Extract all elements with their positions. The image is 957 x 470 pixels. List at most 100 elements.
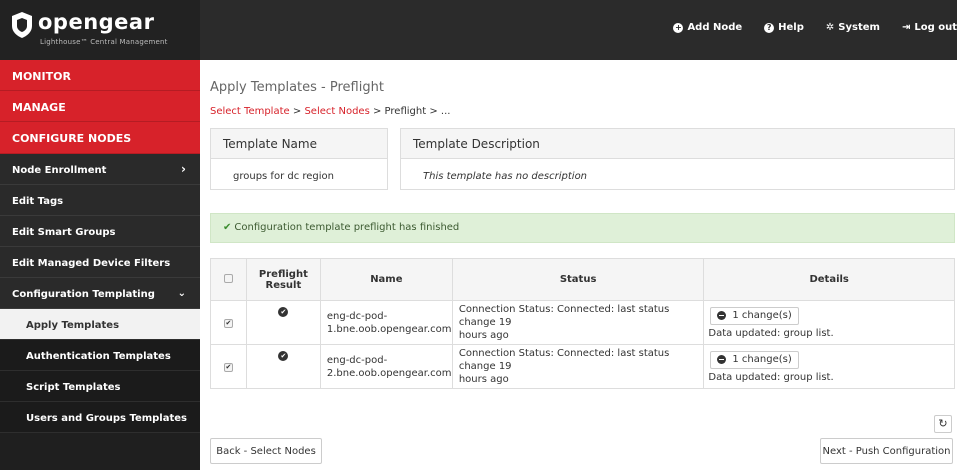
select-all-cell — [210, 258, 247, 301]
question-circle-icon: ? — [764, 22, 775, 33]
opengear-logo-icon — [12, 12, 32, 38]
sidebar-monitor[interactable]: MONITOR — [0, 60, 200, 91]
status-cell: Connection Status: Connected: last statu… — [451, 344, 705, 389]
details-note: Data updated: group list. — [708, 327, 834, 339]
row-checkbox[interactable]: ✔ — [223, 363, 233, 372]
sidebar-subitem-users-groups-templates[interactable]: Users and Groups Templates — [0, 402, 200, 433]
node-name-cell: eng-dc-pod- 1.bne.oob.opengear.com — [319, 300, 453, 345]
plus-circle-icon: + — [673, 22, 684, 33]
row-select-cell: ✔ — [210, 344, 247, 389]
table-row: ✔ ✔ eng-dc-pod- 1.bne.oob.opengear.com C… — [210, 300, 955, 345]
changes-toggle-button[interactable]: 1 change(s) — [710, 350, 799, 369]
table-header-row: Preflight Result Name Status Details — [210, 258, 955, 301]
status-line2: hours ago — [458, 374, 509, 385]
sidebar-item-edit-managed-device-filters[interactable]: Edit Managed Device Filters — [0, 247, 200, 278]
top-bar: opengear Lighthouse™ Central Management … — [0, 0, 957, 60]
status-cell: Connection Status: Connected: last statu… — [451, 300, 705, 345]
add-node-label: Add Node — [687, 22, 743, 33]
changes-count: 1 change(s) — [732, 310, 792, 321]
next-push-configuration-button[interactable]: Next - Push Configuration — [820, 438, 953, 464]
breadcrumb-separator: > — [292, 106, 302, 117]
sidebar-item-configuration-templating[interactable]: Configuration Templating ⌄ — [0, 278, 200, 309]
preflight-result-cell: ✔ — [245, 300, 321, 345]
sidebar-subitem-script-templates[interactable]: Script Templates — [0, 371, 200, 402]
sidebar-item-edit-tags[interactable]: Edit Tags — [0, 185, 200, 216]
success-alert: ✔ Configuration template preflight has fi… — [210, 213, 955, 243]
logo[interactable]: opengear Lighthouse™ Central Management — [0, 0, 200, 60]
header-preflight-line1: Preflight — [258, 268, 308, 280]
sidebar: MONITOR MANAGE CONFIGURE NODES Node Enro… — [0, 60, 200, 470]
node-name-line1: eng-dc-pod- — [326, 354, 388, 366]
details-cell: 1 change(s) Data updated: group list. — [703, 300, 955, 345]
chevron-down-icon: ⌄ — [177, 288, 186, 299]
check-circle-icon: ✔ — [278, 351, 289, 361]
template-name-panel: Template Name groups for dc region — [210, 128, 388, 190]
node-name-line2: 1.bne.oob.opengear.com — [326, 323, 452, 335]
status-line1: Connection Status: Connected: last statu… — [458, 304, 670, 328]
header-name: Name — [319, 258, 453, 301]
help-link[interactable]: ? Help — [764, 22, 804, 33]
sidebar-item-label: Node Enrollment — [12, 165, 107, 176]
header-status: Status — [451, 258, 705, 301]
add-node-link[interactable]: + Add Node — [673, 22, 742, 33]
sidebar-configure-nodes[interactable]: CONFIGURE NODES — [0, 122, 200, 154]
alert-text: Configuration template preflight has fin… — [234, 222, 460, 233]
changes-count: 1 change(s) — [732, 354, 792, 365]
refresh-icon: ↻ — [938, 417, 948, 430]
header-preflight-line2: Result — [265, 279, 302, 291]
page-title: Apply Templates - Preflight — [210, 80, 384, 95]
sidebar-item-label: Edit Managed Device Filters — [12, 258, 171, 269]
logout-link[interactable]: ⇥ Log out — [902, 22, 957, 33]
select-all-checkbox[interactable] — [223, 273, 233, 283]
node-name-line2: 2.bne.oob.opengear.com — [326, 367, 452, 379]
breadcrumb-select-template[interactable]: Select Template — [210, 106, 290, 117]
sidebar-item-edit-smart-groups[interactable]: Edit Smart Groups — [0, 216, 200, 247]
logout-icon: ⇥ — [901, 22, 911, 33]
template-description-panel: Template Description This template has n… — [400, 128, 955, 190]
breadcrumb-separator: > — [429, 106, 438, 117]
sidebar-subitem-authentication-templates[interactable]: Authentication Templates — [0, 340, 200, 371]
top-nav: + Add Node ? Help ✲ System ⇥ Log out — [651, 22, 957, 33]
minus-circle-icon — [717, 355, 727, 364]
gear-icon: ✲ — [825, 22, 835, 33]
row-select-cell: ✔ — [210, 300, 247, 345]
template-description-heading: Template Description — [401, 129, 954, 159]
template-name-heading: Template Name — [211, 129, 387, 159]
template-name-value: groups for dc region — [233, 171, 335, 182]
header-preflight-result: Preflight Result — [245, 258, 321, 301]
main-content: Apply Templates - Preflight Select Templ… — [200, 60, 957, 470]
table-row: ✔ ✔ eng-dc-pod- 2.bne.oob.opengear.com C… — [210, 344, 955, 389]
breadcrumb-preflight: Preflight — [384, 106, 427, 117]
system-link[interactable]: ✲ System — [826, 22, 880, 33]
changes-toggle-button[interactable]: 1 change(s) — [710, 306, 799, 325]
refresh-button[interactable]: ↻ — [934, 415, 952, 433]
logout-label: Log out — [914, 22, 957, 33]
sidebar-subitem-apply-templates[interactable]: Apply Templates — [0, 309, 200, 340]
back-select-nodes-button[interactable]: Back - Select Nodes — [210, 438, 322, 464]
status-line1: Connection Status: Connected: last statu… — [458, 348, 670, 372]
help-label: Help — [778, 22, 804, 33]
chevron-right-icon: › — [181, 162, 186, 176]
node-name-cell: eng-dc-pod- 2.bne.oob.opengear.com — [319, 344, 453, 389]
breadcrumb-separator: > — [372, 106, 382, 117]
sidebar-item-label: Edit Smart Groups — [12, 227, 116, 238]
sidebar-manage[interactable]: MANAGE — [0, 91, 200, 122]
brand-subtitle: Lighthouse™ Central Management — [40, 38, 168, 46]
check-circle-icon: ✔ — [278, 307, 289, 317]
node-name-line1: eng-dc-pod- — [326, 310, 388, 322]
breadcrumb-ellipsis: ... — [440, 106, 451, 117]
sidebar-item-label: Configuration Templating — [12, 289, 155, 300]
row-checkbox[interactable]: ✔ — [223, 319, 233, 328]
breadcrumb-select-nodes[interactable]: Select Nodes — [304, 106, 369, 117]
system-label: System — [838, 22, 880, 33]
status-line2: hours ago — [458, 330, 509, 341]
sidebar-item-label: Edit Tags — [12, 196, 64, 207]
preflight-result-cell: ✔ — [245, 344, 321, 389]
sidebar-item-node-enrollment[interactable]: Node Enrollment › — [0, 154, 200, 185]
template-description-value: This template has no description — [423, 171, 588, 182]
details-cell: 1 change(s) Data updated: group list. — [703, 344, 955, 389]
check-icon: ✔ — [223, 222, 232, 233]
header-details: Details — [703, 258, 955, 301]
brand-name: opengear — [38, 10, 155, 34]
breadcrumb: Select Template > Select Nodes > Preflig… — [210, 106, 450, 117]
